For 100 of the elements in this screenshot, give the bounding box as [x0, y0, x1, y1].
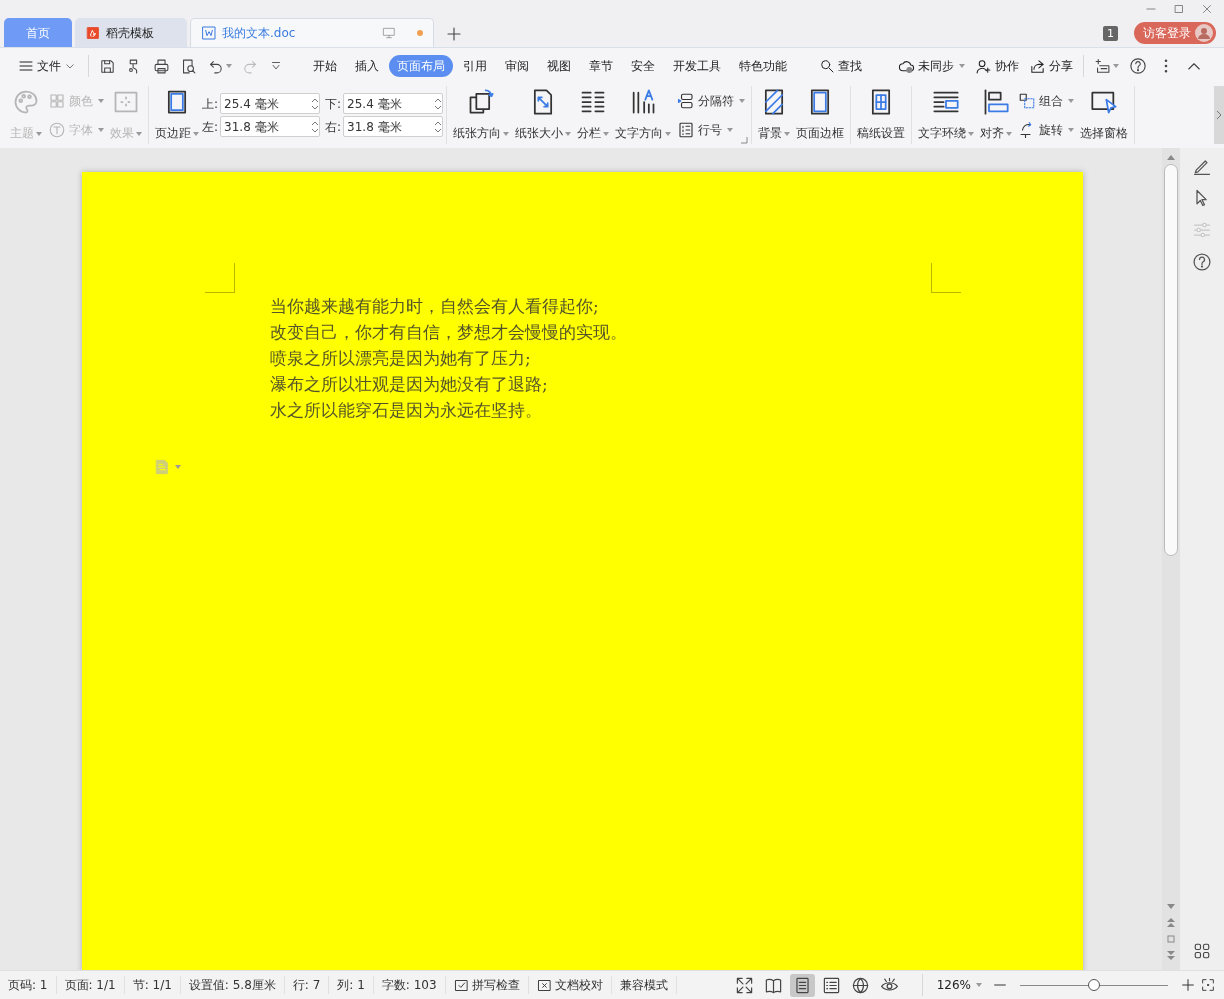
- ribbon-tab[interactable]: 插入: [347, 55, 387, 77]
- view-mode-button[interactable]: [789, 973, 815, 997]
- status-text: 节: 1/1: [124, 976, 181, 994]
- new-tab-icon[interactable]: [445, 25, 463, 43]
- proof-check-button[interactable]: 文档校对: [528, 976, 612, 994]
- help-icon[interactable]: [1192, 252, 1212, 272]
- grid-icon: [48, 91, 66, 110]
- flame-logo-icon: [85, 24, 101, 41]
- line-numbers-icon: [677, 120, 696, 139]
- caret-icon: [968, 131, 975, 136]
- group-icon: [1018, 91, 1037, 110]
- check-box-icon: [453, 977, 469, 993]
- document-text-line: 水之所以能穿石是因为永远在坚持。: [270, 399, 542, 422]
- search-button[interactable]: 查找: [813, 55, 868, 77]
- status-text: 列: 1: [329, 976, 374, 994]
- caret-icon: [976, 983, 982, 987]
- caret-icon: [36, 131, 42, 136]
- status-text: 页面: 1/1: [56, 976, 125, 994]
- status-text: 行: 7: [284, 976, 330, 994]
- pages-icon: [467, 88, 496, 116]
- text-box-icon[interactable]: [1094, 57, 1111, 75]
- font-icon: [48, 120, 66, 139]
- document-text-line: 当你越来越有能力时，自然会有人看得起你;: [270, 295, 599, 318]
- window-count-badge[interactable]: 1: [1103, 25, 1118, 41]
- ribbon-tab[interactable]: 安全: [623, 55, 663, 77]
- ribbon-tab[interactable]: 章节: [581, 55, 621, 77]
- preview-icon[interactable]: [180, 57, 197, 75]
- caret-icon: [665, 131, 672, 136]
- ribbon-button[interactable]: 对齐: [977, 86, 1016, 144]
- avatar-icon: [1195, 24, 1213, 42]
- apps-icon[interactable]: [1193, 942, 1211, 960]
- caret-icon: [959, 64, 965, 68]
- caret-icon: [98, 98, 104, 103]
- ribbon-button[interactable]: 页边距: [152, 86, 202, 144]
- caret-icon: [226, 64, 232, 68]
- margin-spin-field[interactable]: 31.8 毫米: [343, 116, 444, 137]
- caret-icon: [1068, 127, 1075, 132]
- ribbon-button[interactable]: 行号: [674, 119, 749, 140]
- margin-label: 下:: [325, 95, 342, 113]
- add-person-icon: [975, 57, 992, 75]
- scrollbar[interactable]: [1162, 148, 1180, 970]
- scroll-thumb[interactable]: [1164, 164, 1178, 556]
- search-icon: [819, 58, 835, 74]
- ribbon-button[interactable]: 选择窗格: [1077, 86, 1132, 144]
- ribbon-button[interactable]: 分隔符: [674, 90, 749, 111]
- file-menu[interactable]: 文件: [12, 55, 82, 77]
- fullscreen-icon: [734, 975, 754, 995]
- ribbon-tab[interactable]: 引用: [455, 55, 495, 77]
- cross-box-icon: [536, 977, 552, 993]
- menu-icon: [18, 58, 34, 74]
- status-text: 兼容模式: [611, 976, 677, 994]
- ribbon-button[interactable]: 分栏: [574, 86, 613, 144]
- ribbon-button[interactable]: 背景: [755, 86, 794, 144]
- ribbon-button[interactable]: 旋转: [1015, 119, 1078, 140]
- margin-label: 右:: [325, 118, 342, 136]
- save-icon[interactable]: [99, 57, 116, 75]
- margin-spin-field[interactable]: 25.4 毫米: [343, 93, 444, 114]
- sync-button[interactable]: 未同步: [894, 55, 969, 77]
- ribbon-tab[interactable]: 开发工具: [665, 55, 729, 77]
- chevron-right-icon: [1216, 110, 1222, 120]
- ribbon-button[interactable]: 文字环绕: [915, 86, 978, 144]
- collab-button[interactable]: 协作: [971, 55, 1023, 77]
- close-icon[interactable]: [1200, 2, 1214, 16]
- fit-window-icon[interactable]: [1200, 977, 1216, 993]
- ribbon-tab[interactable]: 特色功能: [731, 55, 795, 77]
- margin-spin-field[interactable]: 25.4 毫米: [220, 93, 321, 114]
- caret-icon: [503, 131, 510, 136]
- previous-page-icon[interactable]: [1167, 918, 1175, 927]
- window-tab[interactable]: 稻壳模板: [75, 18, 187, 47]
- ribbon-button[interactable]: 纸张方向: [450, 86, 513, 144]
- status-text: 设置值: 5.8厘米: [180, 976, 285, 994]
- caret-icon: [603, 131, 610, 136]
- zoom-in-icon[interactable]: [1180, 977, 1196, 993]
- ribbon-button[interactable]: 纸张大小: [512, 86, 575, 144]
- zoom-thumb[interactable]: [1088, 979, 1100, 991]
- margin-spin-field[interactable]: 31.8 毫米: [220, 116, 321, 137]
- maximize-icon[interactable]: [1172, 2, 1186, 16]
- margin-corner-mark: [931, 263, 961, 293]
- document-text-line: 改变自己，你才有自信，梦想才会慢慢的实现。: [270, 321, 627, 344]
- ribbon-tab[interactable]: 开始: [305, 55, 345, 77]
- ribbon-tab[interactable]: 审阅: [497, 55, 537, 77]
- share-button[interactable]: 分享: [1025, 55, 1077, 77]
- next-page-icon[interactable]: [1167, 951, 1175, 960]
- caret-icon: [193, 131, 199, 136]
- ribbon-button[interactable]: 组合: [1015, 90, 1078, 111]
- break-icon: [677, 91, 696, 110]
- print-icon[interactable]: [153, 57, 170, 75]
- caret-icon: [565, 131, 572, 136]
- ribbon-button[interactable]: 稿纸设置: [854, 86, 909, 144]
- ribbon-button[interactable]: 文字方向: [612, 86, 675, 144]
- outline-icon: [821, 975, 841, 995]
- caret-icon: [1113, 64, 1119, 68]
- window-tab[interactable]: 我的文本.doc: [190, 18, 434, 47]
- ribbon-button[interactable]: 页面边框: [793, 86, 848, 144]
- help-icon[interactable]: [1129, 57, 1147, 75]
- ribbon-tab[interactable]: 视图: [539, 55, 579, 77]
- spell-check-button[interactable]: 拼写检查: [445, 976, 529, 994]
- caret-icon: [175, 465, 181, 469]
- zoom-dropdown[interactable]: 126%: [930, 974, 988, 996]
- margin-label: 左:: [202, 118, 219, 136]
